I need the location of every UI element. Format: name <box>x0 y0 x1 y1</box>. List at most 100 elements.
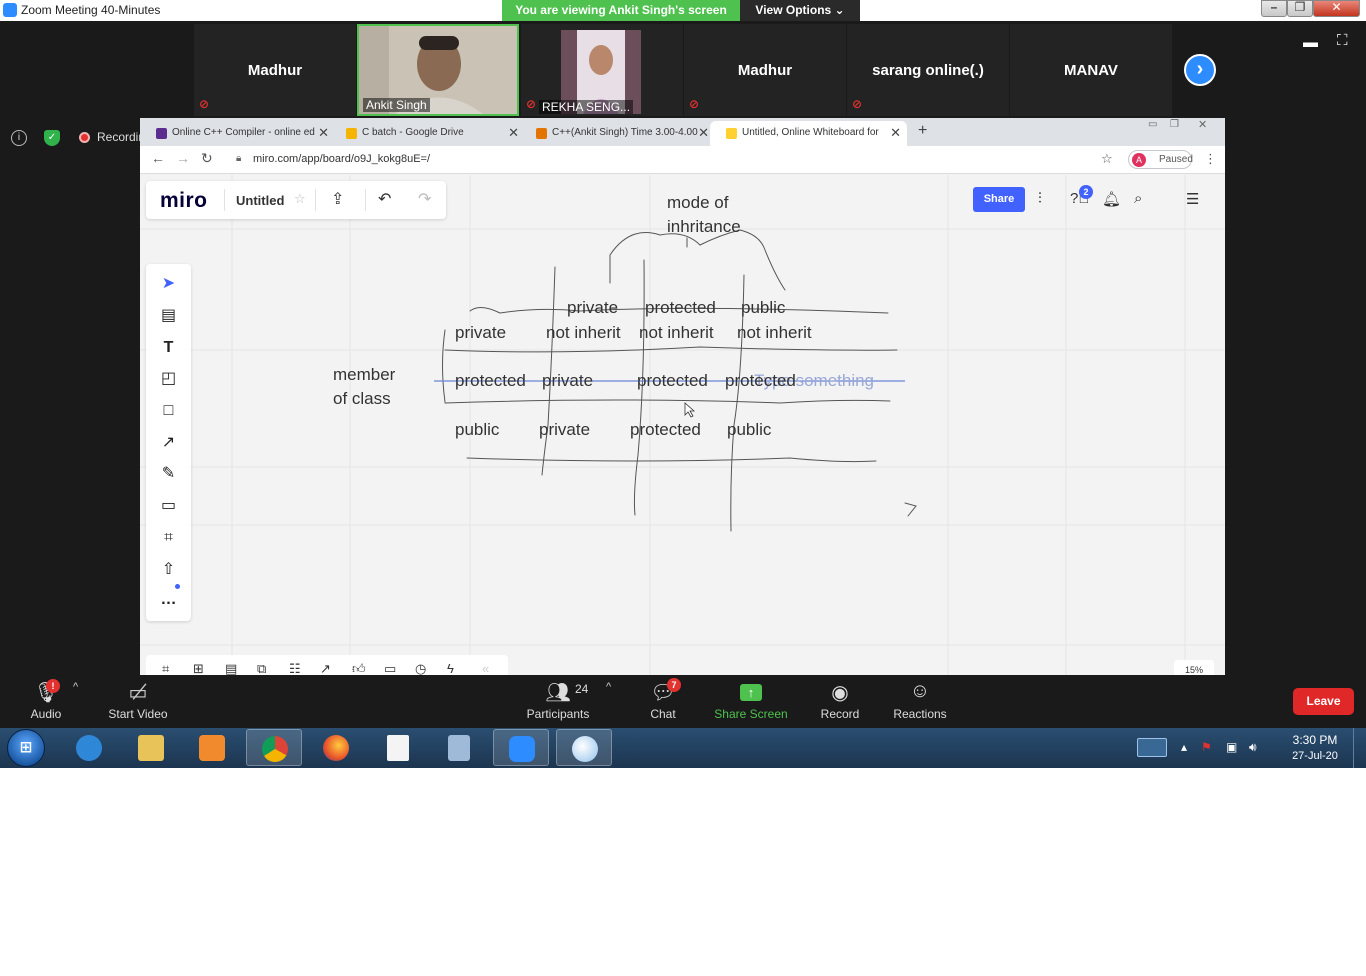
leave-button[interactable]: Leave <box>1293 688 1354 715</box>
board-row-header[interactable]: protected <box>455 371 526 391</box>
close-tab-icon[interactable]: ✕ <box>318 125 329 141</box>
add-card-icon[interactable]: ⊞ <box>193 661 204 675</box>
templates-icon[interactable]: ▤ <box>159 306 178 325</box>
text-tool-icon[interactable]: T <box>159 338 178 357</box>
board-cell[interactable]: not inherit <box>639 323 714 343</box>
board-row-header[interactable]: public <box>455 420 499 440</box>
lock-icon[interactable]: 🔒︎ <box>236 153 241 164</box>
upload-icon[interactable]: ⇧ <box>159 560 178 579</box>
start-video-button[interactable]: ▭̸ Start Video <box>103 680 173 721</box>
taskbar-app[interactable] <box>123 729 179 766</box>
reload-icon[interactable]: ↻ <box>201 150 213 167</box>
forward-icon[interactable]: → <box>176 150 190 166</box>
sticky-note-icon[interactable]: ◰ <box>159 369 178 388</box>
close-tab-icon[interactable]: ✕ <box>890 125 901 141</box>
board-list-icon[interactable]: ☰ <box>1186 190 1199 208</box>
export-icon[interactable]: ⇪ <box>331 189 344 209</box>
share-button[interactable]: Share <box>973 187 1025 212</box>
new-tab-icon[interactable]: + <box>918 122 927 140</box>
clock-time[interactable]: 3:30 PM <box>1290 733 1340 747</box>
board-cell[interactable]: protected <box>637 371 708 391</box>
board-cell[interactable]: not inherit <box>737 323 812 343</box>
restore-icon[interactable]: ❐ <box>1170 119 1179 130</box>
line-tool-icon[interactable]: ↗ <box>159 433 178 452</box>
start-button[interactable]: ⊞ <box>7 729 45 767</box>
close-window-button[interactable]: ✕ <box>1313 0 1360 17</box>
settings-sliders-icon[interactable]: ⫶ <box>1038 190 1042 207</box>
gallery-view-icon[interactable]: ▬ <box>1303 34 1318 51</box>
participant-tile[interactable]: Madhur ⊘ <box>194 24 356 116</box>
shape-tool-icon[interactable]: □ <box>159 401 178 420</box>
minimize-icon[interactable]: ▭ <box>1148 119 1157 130</box>
browser-tab-active[interactable]: Untitled, Online Whiteboard for ✕ <box>710 121 907 146</box>
search-icon[interactable]: ⌕ <box>1134 190 1142 207</box>
board-column-header[interactable]: private <box>567 298 618 318</box>
board-title[interactable]: Untitled <box>236 193 284 208</box>
action-center-icon[interactable]: ⚑ <box>1201 740 1212 754</box>
maximize-button[interactable]: ❐ <box>1287 0 1313 17</box>
fullscreen-icon[interactable]: ⛶ <box>1337 32 1348 49</box>
participant-tile[interactable]: sarang online(.) ⊘ <box>847 24 1009 116</box>
board-cell[interactable]: not inherit <box>546 323 621 343</box>
select-cursor-icon[interactable]: ➤ <box>159 274 178 293</box>
taskbar-app[interactable] <box>61 729 117 766</box>
url-field[interactable]: miro.com/app/board/o9J_kokg8uE=/ <box>253 153 430 165</box>
profile-button[interactable]: A Paused <box>1128 150 1193 169</box>
info-icon[interactable]: i <box>11 130 27 146</box>
chevron-up-icon[interactable]: ^ <box>73 681 78 693</box>
share-screen-button[interactable]: ↑ Share Screen <box>712 680 790 721</box>
taskbar-app[interactable] <box>431 729 487 766</box>
comment-icon[interactable]: ▭ <box>159 496 178 515</box>
redo-icon[interactable]: ↷ <box>418 189 431 209</box>
record-button[interactable]: ◉ Record <box>815 680 865 721</box>
show-desktop-button[interactable] <box>1353 728 1365 768</box>
next-page-button[interactable]: › <box>1184 54 1216 86</box>
board-cell[interactable]: protected <box>725 371 796 391</box>
taskbar-app-active[interactable] <box>556 729 612 766</box>
star-icon[interactable]: ☆ <box>294 191 306 207</box>
volume-icon[interactable]: 🔊︎ <box>1249 740 1257 755</box>
comments-icon[interactable]: ▤ <box>225 661 237 675</box>
board-cell[interactable]: public <box>727 420 771 440</box>
board-heading[interactable]: mode of <box>667 193 728 213</box>
undo-icon[interactable]: ↶ <box>378 189 391 209</box>
taskbar-app-active[interactable] <box>493 729 549 766</box>
video-chat-icon[interactable]: ▭ <box>384 661 396 675</box>
timer-icon[interactable]: ◷ <box>415 661 426 675</box>
share-link-icon[interactable]: ↗ <box>320 661 331 675</box>
chevron-up-icon[interactable]: ^ <box>606 681 611 693</box>
board-cell[interactable]: protected <box>630 420 701 440</box>
zoom-level-indicator[interactable]: 15% <box>1174 660 1214 675</box>
participant-tile-video[interactable]: ⊘ REKHA SENG... <box>521 24 683 116</box>
board-cell[interactable]: private <box>539 420 590 440</box>
board-side-label[interactable]: of class <box>333 389 391 409</box>
participant-tile-video[interactable]: Ankit Singh <box>357 24 519 116</box>
clock-date[interactable]: 27-Jul-20 <box>1285 750 1345 762</box>
screens-icon[interactable]: ⧉ <box>257 661 266 675</box>
network-icon[interactable]: ▣ <box>1226 740 1237 754</box>
minimize-button[interactable]: – <box>1261 0 1287 17</box>
taskbar-app[interactable] <box>308 729 364 766</box>
chevron-up-icon[interactable]: ▴ <box>1181 740 1187 754</box>
board-column-header[interactable]: protected <box>645 298 716 318</box>
board-heading[interactable]: inhritance <box>667 217 741 237</box>
board-column-header[interactable]: public <box>741 298 785 318</box>
shield-icon[interactable]: ✓ <box>44 130 60 146</box>
board-row-header[interactable]: private <box>455 323 506 343</box>
frame-tool-icon[interactable]: ⌗ <box>159 528 178 547</box>
list-icon[interactable]: ☷ <box>289 661 301 675</box>
taskbar-app[interactable] <box>370 729 426 766</box>
miro-logo[interactable]: miro <box>160 189 208 213</box>
browser-tab[interactable]: C batch - Google Drive ✕ <box>330 121 525 146</box>
back-icon[interactable]: ← <box>151 150 165 166</box>
collapse-icon[interactable]: « <box>482 661 489 675</box>
participant-tile[interactable]: Madhur ⊘ <box>684 24 846 116</box>
more-menu-icon[interactable]: ⋮ <box>1204 151 1217 167</box>
pen-tool-icon[interactable]: ✎ <box>159 464 178 483</box>
close-icon[interactable]: ✕ <box>1198 118 1207 131</box>
close-tab-icon[interactable]: ✕ <box>698 125 709 141</box>
vote-icon[interactable]: 👍︎ <box>352 661 366 675</box>
browser-tab[interactable]: Online C++ Compiler - online ed ✕ <box>140 121 335 146</box>
bell-icon[interactable]: 🔔︎ <box>1102 190 1121 208</box>
view-options-button[interactable]: View Options ⌄ <box>740 0 860 21</box>
